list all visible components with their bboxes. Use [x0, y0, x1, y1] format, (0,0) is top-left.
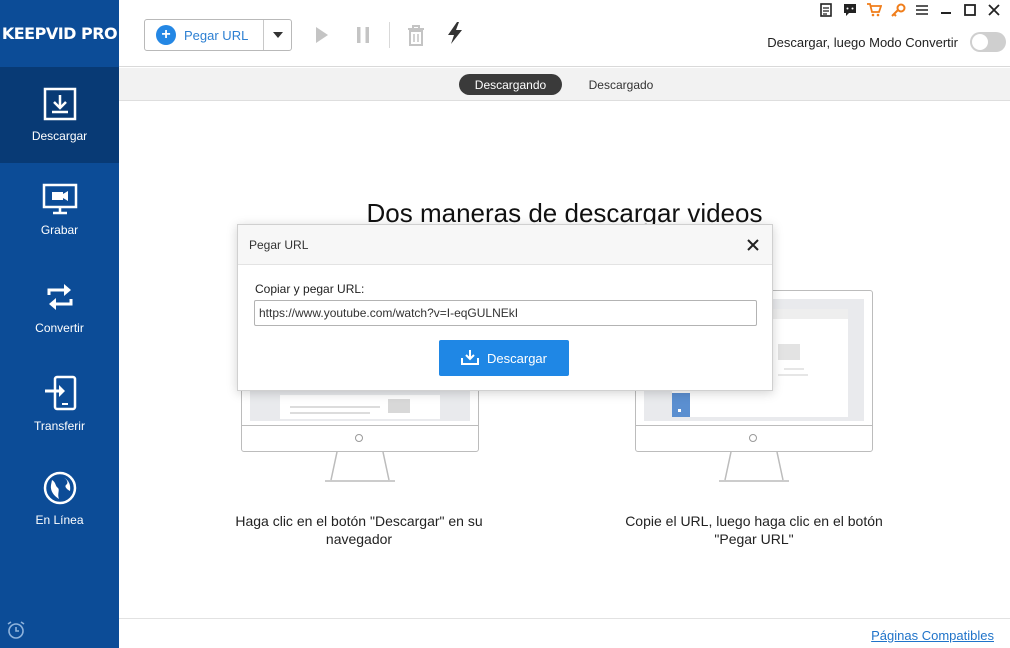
cart-icon[interactable]	[866, 2, 882, 18]
toolbar-separator	[389, 22, 390, 48]
dialog-close-icon[interactable]	[744, 236, 762, 254]
close-icon[interactable]	[986, 2, 1002, 18]
paste-url-button[interactable]: + Pegar URL	[144, 19, 292, 51]
compatible-pages-link[interactable]: Páginas Compatibles	[871, 628, 994, 643]
top-toolbar: + Pegar URL Descargar, luego Modo Conver…	[119, 0, 1010, 67]
monitor-stand	[325, 452, 395, 482]
transfer-icon	[43, 375, 77, 411]
minimize-icon[interactable]	[938, 2, 954, 18]
monitor-power-dot	[355, 434, 363, 442]
dialog-download-button[interactable]: Descargar	[439, 340, 569, 376]
dialog-title: Pegar URL	[249, 238, 309, 252]
download-tabs: Descargando Descargado	[119, 68, 1010, 101]
alarm-clock-icon[interactable]	[6, 620, 26, 640]
maximize-icon[interactable]	[962, 2, 978, 18]
sidebar-item-label: En Línea	[35, 513, 84, 527]
chat-icon[interactable]	[842, 2, 858, 18]
footer-divider	[119, 618, 1010, 619]
globe-icon	[43, 471, 77, 505]
play-icon[interactable]	[311, 24, 333, 46]
sidebar-item-descargar[interactable]: Descargar	[0, 67, 119, 163]
plus-icon: +	[156, 25, 176, 45]
download-icon	[43, 87, 77, 121]
convert-icon	[44, 281, 76, 313]
toggle-knob	[972, 34, 988, 50]
trash-icon[interactable]	[405, 24, 427, 46]
monitor-stand	[719, 452, 789, 482]
convert-mode-label: Descargar, luego Modo Convertir	[767, 35, 958, 50]
sidebar-item-label: Convertir	[35, 321, 84, 335]
monitor-chin-line	[242, 425, 478, 426]
caret-down-icon	[272, 26, 284, 44]
sidebar-item-label: Grabar	[40, 223, 79, 237]
caption-right: Copie el URL, luego haga clic en el botó…	[625, 513, 883, 547]
tab-descargando[interactable]: Descargando	[459, 74, 562, 95]
window-controls	[818, 2, 1002, 18]
dialog-download-label: Descargar	[487, 350, 547, 366]
sidebar-item-label: Descargar	[31, 129, 88, 143]
tab-descargado[interactable]: Descargado	[581, 74, 661, 95]
key-icon[interactable]	[890, 2, 906, 18]
sidebar-item-convertir[interactable]: Convertir	[0, 259, 119, 355]
menu-icon[interactable]	[914, 2, 930, 18]
paste-url-dialog: Pegar URL Copiar y pegar URL: Descargar	[237, 224, 773, 391]
pause-icon[interactable]	[352, 24, 374, 46]
app-logo: KEEPVID PRO	[1, 24, 118, 43]
lightning-icon[interactable]	[444, 22, 466, 44]
notepad-icon[interactable]	[818, 2, 834, 18]
dialog-header: Pegar URL	[238, 225, 772, 265]
monitor-chin-line	[636, 425, 872, 426]
convert-mode-toggle[interactable]	[970, 32, 1006, 52]
caption-left: Haga clic en el botón "Descargar" en su …	[235, 513, 483, 547]
url-field-label: Copiar y pegar URL:	[255, 282, 365, 296]
download-icon	[461, 349, 487, 368]
record-screen-icon	[42, 183, 78, 215]
monitor-power-dot	[749, 434, 757, 442]
sidebar-item-grabar[interactable]: Grabar	[0, 163, 119, 259]
url-input[interactable]	[254, 300, 757, 326]
sidebar-item-transferir[interactable]: Transferir	[0, 355, 119, 451]
sidebar-item-label: Transferir	[34, 419, 85, 433]
paste-url-main[interactable]: + Pegar URL	[145, 20, 264, 50]
paste-url-dropdown[interactable]	[264, 26, 291, 44]
paste-url-label: Pegar URL	[184, 27, 249, 43]
sidebar: KEEPVID PRO Descargar Grabar Convertir T…	[0, 0, 119, 648]
sidebar-item-en-linea[interactable]: En Línea	[0, 451, 119, 547]
